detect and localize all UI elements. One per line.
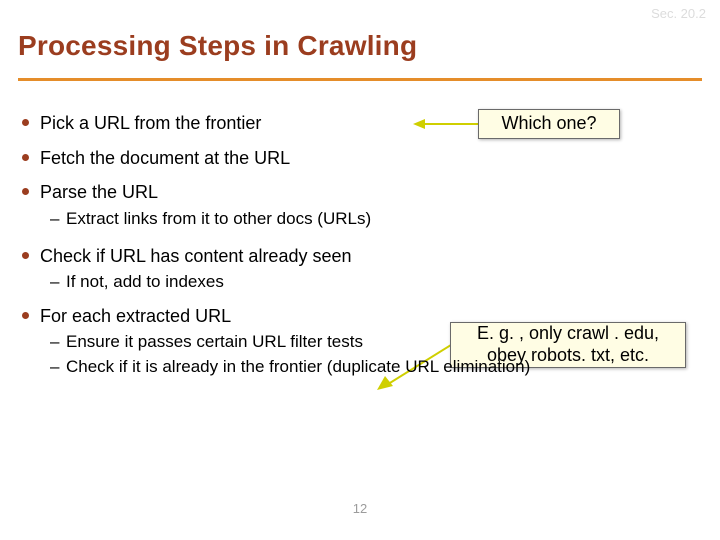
- sub-add-index: – If not, add to indexes: [18, 271, 702, 292]
- bullet-foreach-url: For each extracted URL: [18, 305, 702, 328]
- sub-text: If not, add to indexes: [66, 272, 224, 291]
- section-reference: Sec. 20.2: [651, 6, 706, 21]
- bullet-dot-icon: [22, 119, 29, 126]
- dash-icon: –: [50, 356, 59, 377]
- slide-title: Processing Steps in Crawling: [18, 30, 417, 62]
- bullet-text: For each extracted URL: [40, 306, 231, 326]
- bullet-text: Fetch the document at the URL: [40, 148, 290, 168]
- sub-text: Extract links from it to other docs (URL…: [66, 209, 371, 228]
- sub-text: Ensure it passes certain URL filter test…: [66, 332, 363, 351]
- bullet-text: Pick a URL from the frontier: [40, 113, 261, 133]
- bullet-dot-icon: [22, 188, 29, 195]
- content-area: Pick a URL from the frontier Fetch the d…: [18, 98, 702, 378]
- dash-icon: –: [50, 271, 59, 292]
- page-number: 12: [0, 501, 720, 516]
- bullet-text: Parse the URL: [40, 182, 158, 202]
- bullet-check-content: Check if URL has content already seen: [18, 245, 702, 268]
- bullet-dot-icon: [22, 312, 29, 319]
- bullet-pick-url: Pick a URL from the frontier: [18, 112, 702, 135]
- bullet-parse-url: Parse the URL: [18, 181, 702, 204]
- sub-filter-tests: – Ensure it passes certain URL filter te…: [18, 331, 702, 352]
- dash-icon: –: [50, 331, 59, 352]
- bullet-fetch-doc: Fetch the document at the URL: [18, 147, 702, 170]
- sub-text: Check if it is already in the frontier (…: [66, 357, 530, 376]
- bullet-dot-icon: [22, 154, 29, 161]
- bullet-dot-icon: [22, 252, 29, 259]
- sub-dup-elim: – Check if it is already in the frontier…: [18, 356, 702, 377]
- bullet-text: Check if URL has content already seen: [40, 246, 352, 266]
- title-underline: [18, 78, 702, 81]
- sub-extract-links: – Extract links from it to other docs (U…: [18, 208, 702, 229]
- dash-icon: –: [50, 208, 59, 229]
